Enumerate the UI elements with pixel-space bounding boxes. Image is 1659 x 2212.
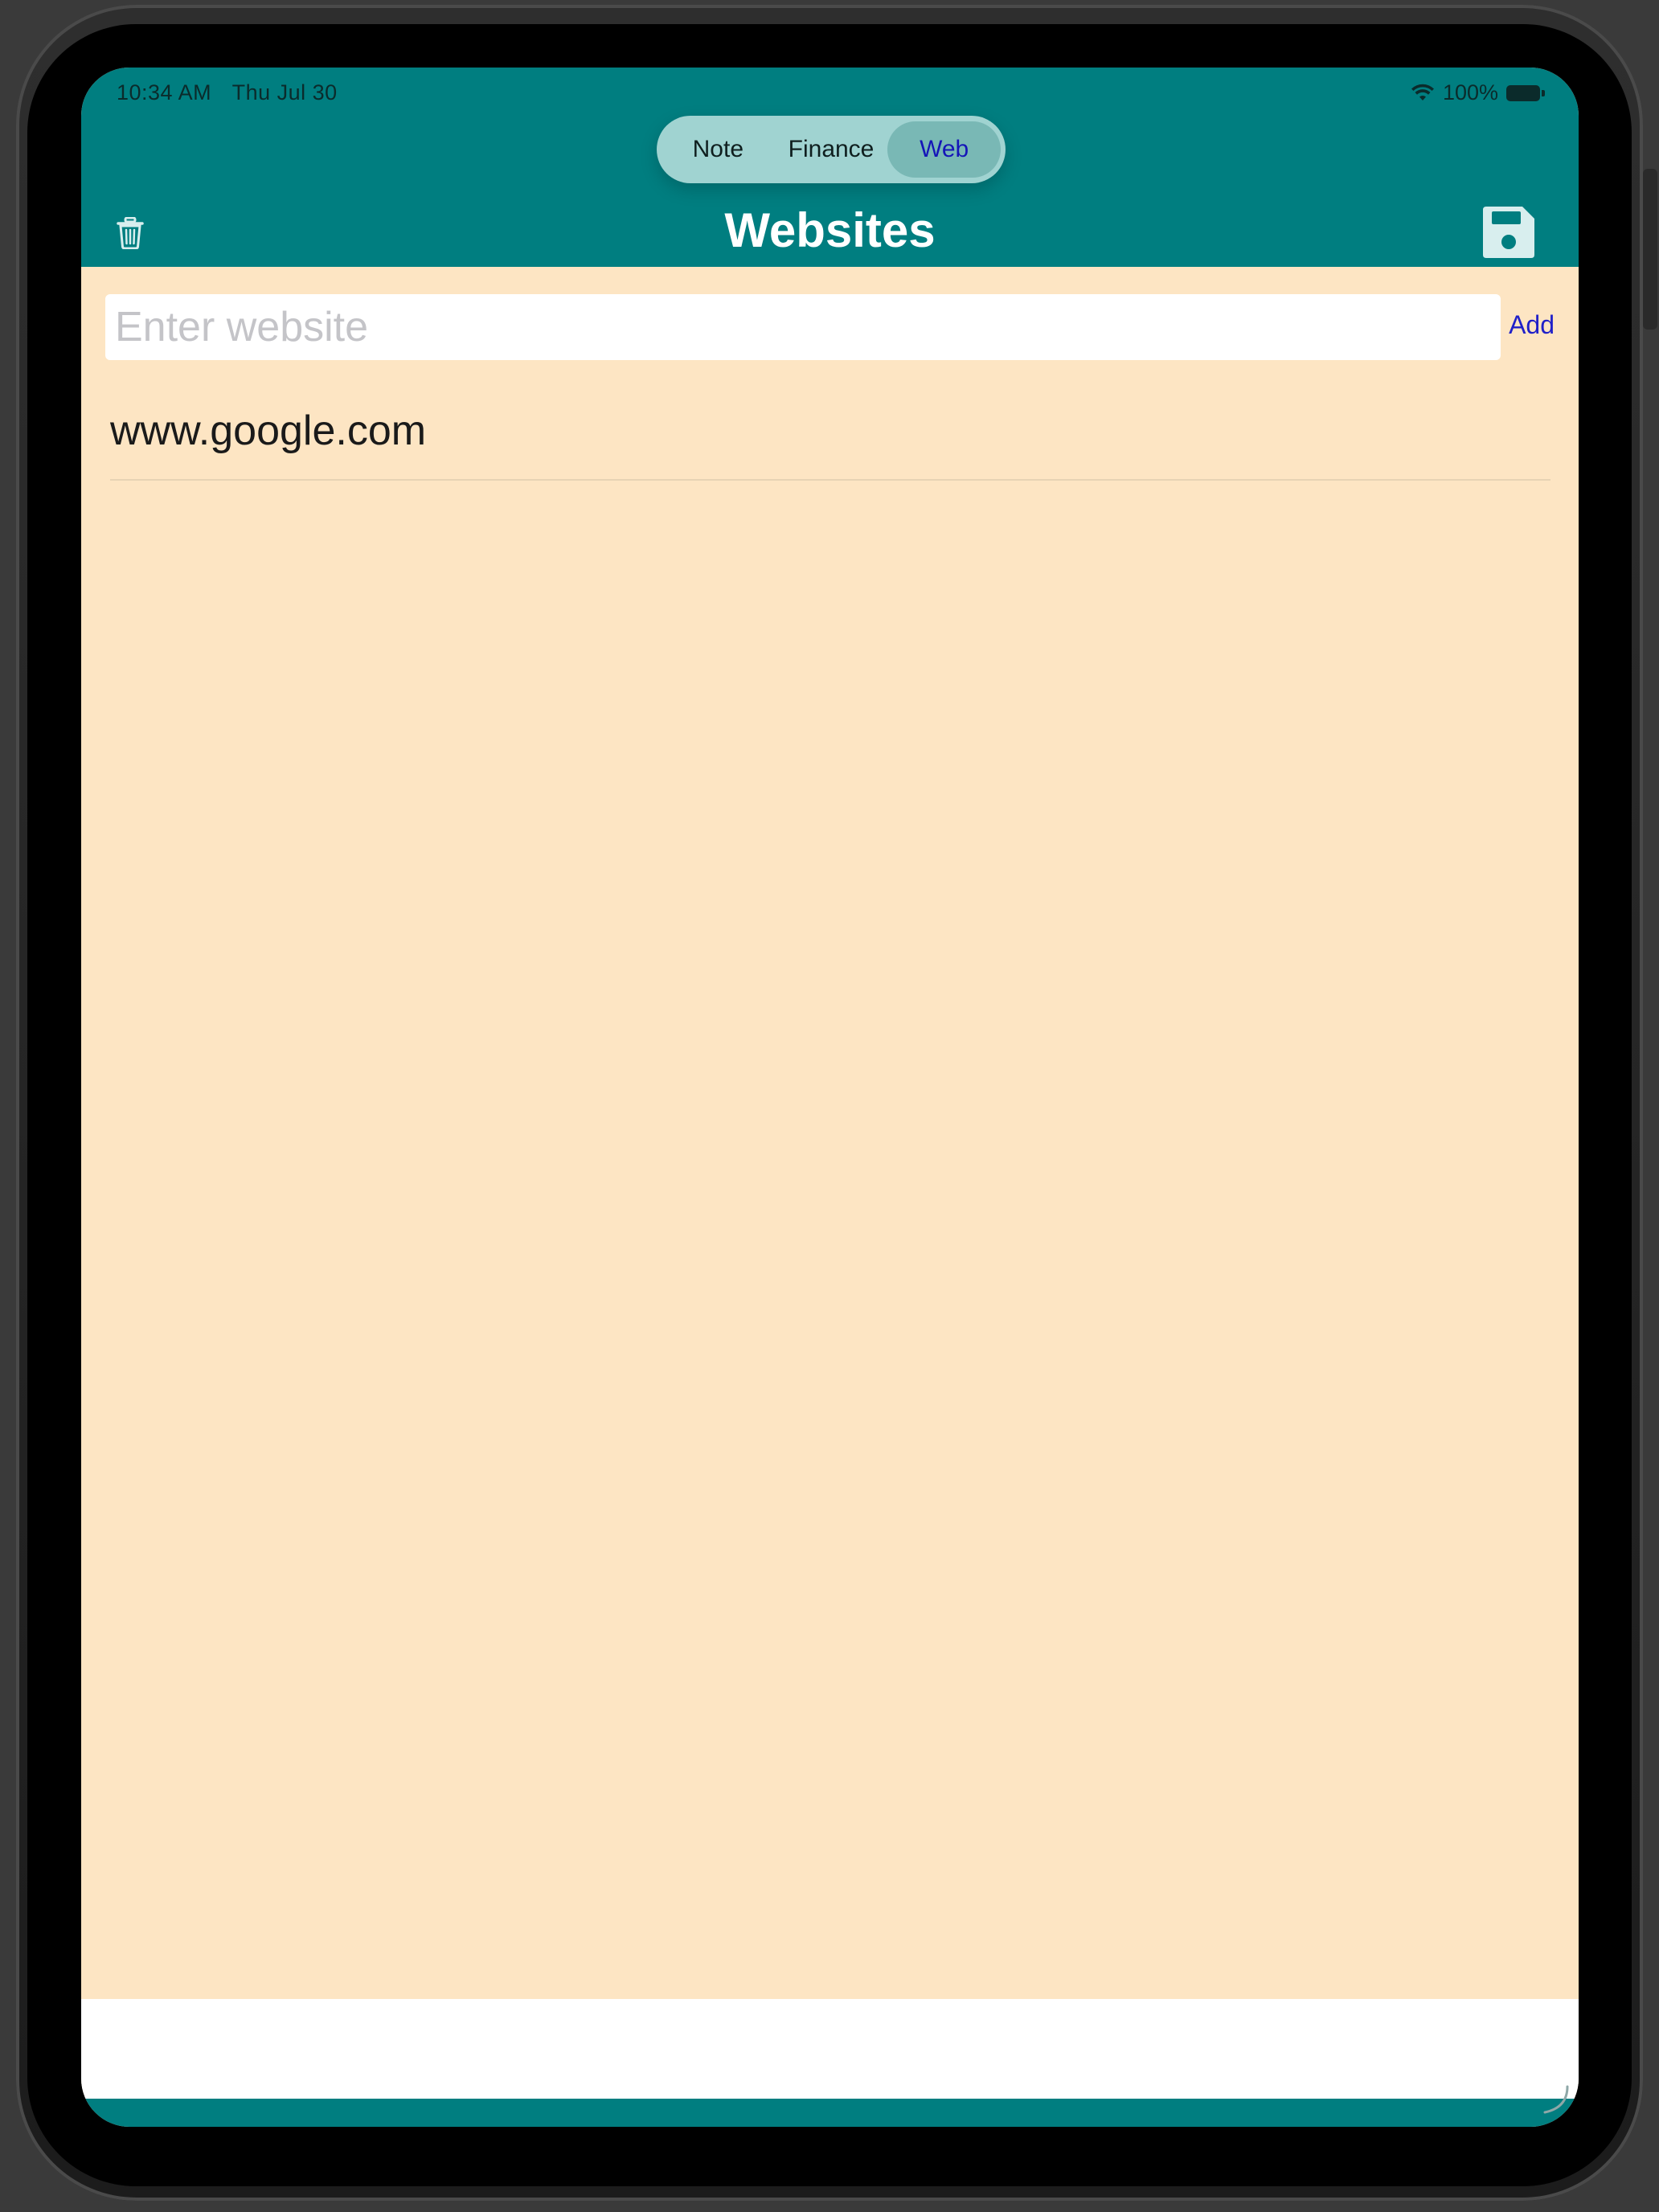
battery-icon — [1506, 84, 1545, 101]
website-input[interactable] — [105, 294, 1501, 360]
app-screen: 10:34 AM Thu Jul 30 100% Note Finance We… — [81, 68, 1579, 2127]
navigation-bar: 10:34 AM Thu Jul 30 100% Note Finance We… — [81, 68, 1579, 267]
status-date: Thu Jul 30 — [231, 80, 338, 104]
website-list: www.google.com — [110, 389, 1550, 481]
add-website-row: Add — [105, 294, 1555, 360]
status-time: 10:34 AM — [117, 80, 212, 104]
segmented-control: Note Finance Web — [657, 116, 1006, 183]
bottom-panel — [81, 1999, 1579, 2099]
status-bar-right: 100% — [1411, 80, 1545, 105]
segment-web[interactable]: Web — [887, 121, 1002, 178]
list-item[interactable]: www.google.com — [110, 389, 1550, 481]
add-button[interactable]: Add — [1509, 310, 1555, 340]
page-title: Websites — [724, 203, 936, 257]
segment-note[interactable]: Note — [662, 121, 775, 178]
save-icon[interactable] — [1481, 204, 1537, 260]
status-bar-left: 10:34 AM Thu Jul 30 — [117, 80, 352, 105]
segment-finance[interactable]: Finance — [775, 121, 888, 178]
website-label: www.google.com — [110, 408, 427, 454]
bottom-bar — [81, 2099, 1579, 2127]
battery-percentage: 100% — [1442, 80, 1498, 104]
device-volume-button — [1643, 241, 1657, 330]
resize-handle-icon[interactable] — [1538, 2083, 1571, 2116]
wifi-icon — [1411, 84, 1434, 100]
